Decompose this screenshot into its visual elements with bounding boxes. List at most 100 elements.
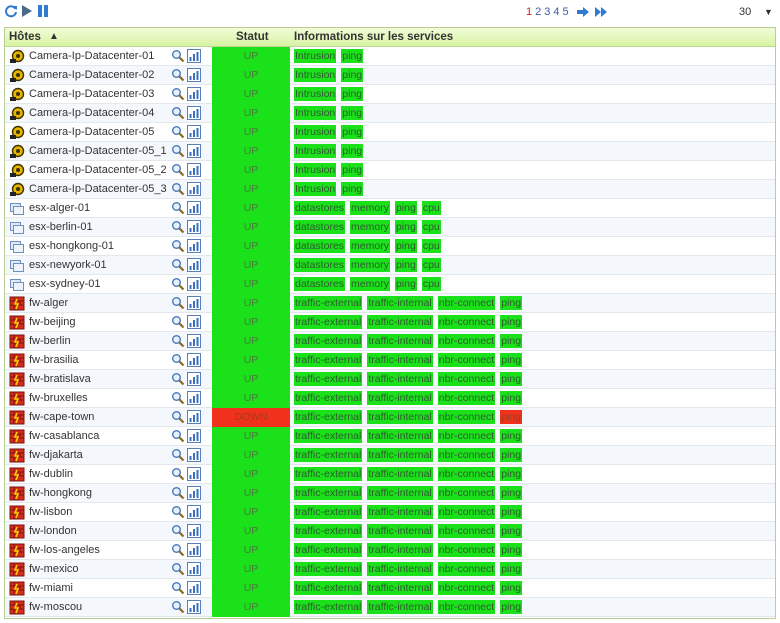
service-tag[interactable]: traffic-external bbox=[294, 410, 363, 424]
service-tag[interactable]: ping bbox=[500, 581, 523, 595]
search-icon[interactable] bbox=[171, 581, 185, 595]
service-tag[interactable]: traffic-external bbox=[294, 315, 363, 329]
search-icon[interactable] bbox=[171, 372, 185, 386]
next-page-icon[interactable] bbox=[576, 6, 590, 18]
service-tag[interactable]: traffic-external bbox=[294, 334, 363, 348]
graph-icon[interactable] bbox=[187, 581, 201, 595]
search-icon[interactable] bbox=[171, 106, 185, 120]
search-icon[interactable] bbox=[171, 201, 185, 215]
service-tag[interactable]: ping bbox=[500, 391, 523, 405]
service-tag[interactable]: nbr-connect bbox=[437, 296, 496, 310]
host-name-link[interactable]: esx-sydney-01 bbox=[29, 278, 101, 290]
service-tag[interactable]: ping bbox=[500, 372, 523, 386]
graph-icon[interactable] bbox=[187, 220, 201, 234]
service-tag[interactable]: traffic-external bbox=[294, 562, 363, 576]
search-icon[interactable] bbox=[171, 429, 185, 443]
service-tag[interactable]: traffic-internal bbox=[367, 448, 433, 462]
service-tag[interactable]: traffic-external bbox=[294, 505, 363, 519]
service-tag[interactable]: datastores bbox=[294, 277, 346, 291]
service-tag[interactable]: ping bbox=[500, 524, 523, 538]
service-tag[interactable]: memory bbox=[350, 239, 390, 253]
service-tag[interactable]: nbr-connect bbox=[437, 429, 496, 443]
host-name-link[interactable]: fw-berlin bbox=[29, 335, 71, 347]
host-name-link[interactable]: Camera-Ip-Datacenter-01 bbox=[29, 50, 154, 62]
graph-icon[interactable] bbox=[187, 562, 201, 576]
service-tag[interactable]: datastores bbox=[294, 258, 346, 272]
service-tag[interactable]: traffic-internal bbox=[367, 543, 433, 557]
graph-icon[interactable] bbox=[187, 486, 201, 500]
service-tag[interactable]: ping bbox=[341, 106, 364, 120]
status-column-header[interactable]: Statut bbox=[236, 31, 269, 43]
host-name-link[interactable]: Camera-Ip-Datacenter-04 bbox=[29, 107, 154, 119]
host-name-link[interactable]: fw-djakarta bbox=[29, 449, 83, 461]
host-name-link[interactable]: Camera-Ip-Datacenter-02 bbox=[29, 69, 154, 81]
service-tag[interactable]: cpu bbox=[421, 239, 441, 253]
service-tag[interactable]: ping bbox=[341, 68, 364, 82]
graph-icon[interactable] bbox=[187, 125, 201, 139]
host-name-link[interactable]: Camera-Ip-Datacenter-05 bbox=[29, 126, 154, 138]
service-tag[interactable]: traffic-internal bbox=[367, 467, 433, 481]
search-icon[interactable] bbox=[171, 144, 185, 158]
service-tag[interactable]: nbr-connect bbox=[437, 334, 496, 348]
service-tag[interactable]: ping bbox=[500, 562, 523, 576]
service-tag[interactable]: traffic-external bbox=[294, 429, 363, 443]
search-icon[interactable] bbox=[171, 505, 185, 519]
graph-icon[interactable] bbox=[187, 429, 201, 443]
service-tag[interactable]: ping bbox=[500, 486, 523, 500]
play-icon[interactable] bbox=[20, 4, 34, 18]
service-tag[interactable]: traffic-external bbox=[294, 448, 363, 462]
graph-icon[interactable] bbox=[187, 372, 201, 386]
pause-icon[interactable] bbox=[36, 4, 50, 18]
graph-icon[interactable] bbox=[187, 467, 201, 481]
service-tag[interactable]: memory bbox=[350, 201, 390, 215]
service-tag[interactable]: traffic-internal bbox=[367, 581, 433, 595]
host-name-link[interactable]: fw-mexico bbox=[29, 563, 79, 575]
host-name-link[interactable]: fw-miami bbox=[29, 582, 73, 594]
service-tag[interactable]: cpu bbox=[421, 277, 441, 291]
service-tag[interactable]: traffic-internal bbox=[367, 562, 433, 576]
host-name-link[interactable]: esx-alger-01 bbox=[29, 202, 90, 214]
search-icon[interactable] bbox=[171, 391, 185, 405]
service-tag[interactable]: traffic-internal bbox=[367, 410, 433, 424]
host-name-link[interactable]: fw-bratislava bbox=[29, 373, 91, 385]
service-tag[interactable]: nbr-connect bbox=[437, 315, 496, 329]
service-tag[interactable]: traffic-internal bbox=[367, 315, 433, 329]
search-icon[interactable] bbox=[171, 239, 185, 253]
service-tag[interactable]: traffic-internal bbox=[367, 296, 433, 310]
per-page-select[interactable]: 30 bbox=[739, 6, 751, 18]
service-tag[interactable]: nbr-connect bbox=[437, 581, 496, 595]
service-tag[interactable]: nbr-connect bbox=[437, 486, 496, 500]
service-tag[interactable]: ping bbox=[500, 505, 523, 519]
graph-icon[interactable] bbox=[187, 315, 201, 329]
graph-icon[interactable] bbox=[187, 239, 201, 253]
search-icon[interactable] bbox=[171, 315, 185, 329]
search-icon[interactable] bbox=[171, 448, 185, 462]
page-link-4[interactable]: 4 bbox=[553, 6, 559, 18]
search-icon[interactable] bbox=[171, 524, 185, 538]
host-name-link[interactable]: fw-london bbox=[29, 525, 77, 537]
search-icon[interactable] bbox=[171, 182, 185, 196]
graph-icon[interactable] bbox=[187, 258, 201, 272]
host-name-link[interactable]: fw-bruxelles bbox=[29, 392, 88, 404]
service-tag[interactable]: traffic-external bbox=[294, 296, 363, 310]
host-name-link[interactable]: fw-los-angeles bbox=[29, 544, 100, 556]
service-tag[interactable]: datastores bbox=[294, 201, 346, 215]
service-tag[interactable]: nbr-connect bbox=[437, 600, 496, 614]
graph-icon[interactable] bbox=[187, 106, 201, 120]
service-tag[interactable]: traffic-internal bbox=[367, 372, 433, 386]
service-tag[interactable]: nbr-connect bbox=[437, 372, 496, 386]
service-tag[interactable]: nbr-connect bbox=[437, 562, 496, 576]
graph-icon[interactable] bbox=[187, 144, 201, 158]
service-tag[interactable]: Intrusion bbox=[294, 125, 337, 139]
sort-ascending-icon[interactable]: ▲ bbox=[49, 31, 59, 42]
graph-icon[interactable] bbox=[187, 543, 201, 557]
search-icon[interactable] bbox=[171, 258, 185, 272]
hosts-column-header[interactable]: Hôtes bbox=[9, 31, 41, 43]
service-tag[interactable]: Intrusion bbox=[294, 106, 337, 120]
service-tag[interactable]: nbr-connect bbox=[437, 524, 496, 538]
service-tag[interactable]: traffic-internal bbox=[367, 391, 433, 405]
service-tag[interactable]: traffic-external bbox=[294, 467, 363, 481]
search-icon[interactable] bbox=[171, 334, 185, 348]
service-tag[interactable]: Intrusion bbox=[294, 182, 337, 196]
host-name-link[interactable]: Camera-Ip-Datacenter-05_2 bbox=[29, 164, 167, 176]
